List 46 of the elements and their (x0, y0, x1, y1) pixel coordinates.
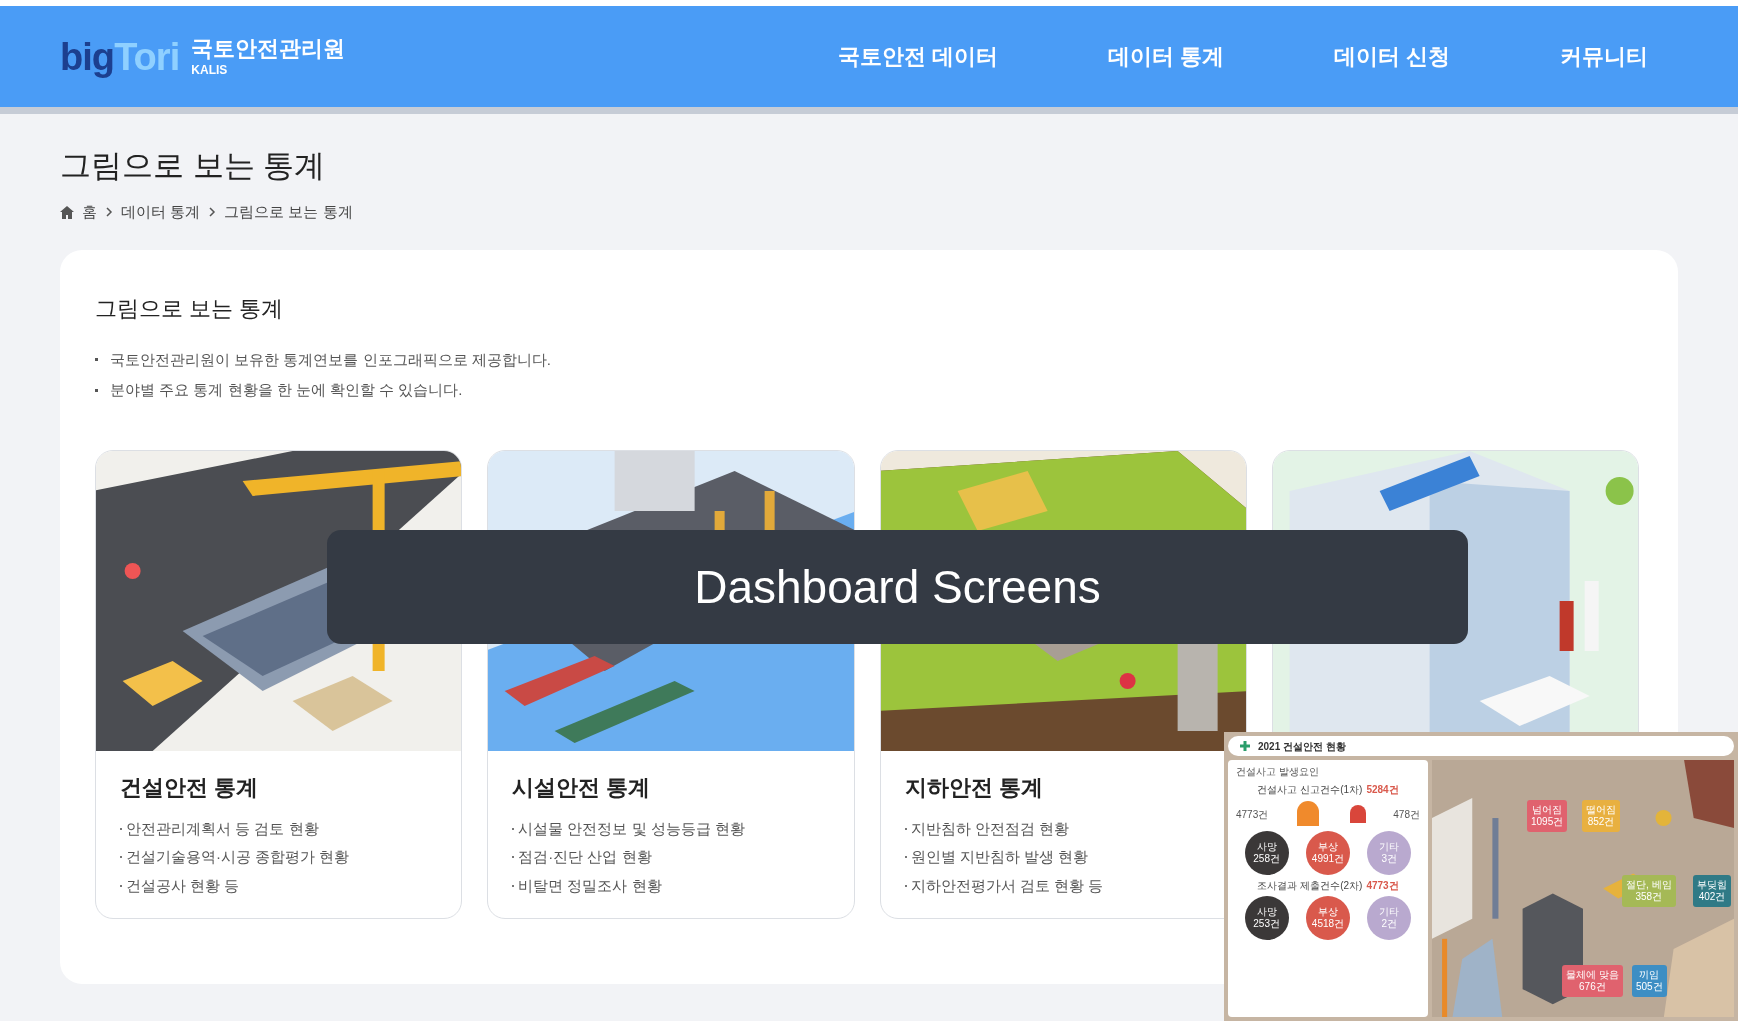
screenshot-title: 2021 건설안전 현황 (1258, 739, 1346, 754)
stat-count: 478건 (1393, 807, 1420, 822)
bullet-icon (95, 388, 98, 392)
caption-toast: Dashboard Screens (327, 530, 1468, 644)
card-item-text: 안전관리계획서 등 검토 현황 (126, 818, 319, 839)
card-title: 지하안전 통계 (904, 773, 1044, 802)
category-card[interactable]: 건설안전 통계 안전관리계획서 등 검토 현황 건설기술용역·시공 종합평가 현황 건설공사 현황 등 (95, 449, 463, 919)
card-item-text: 원인별 지반침하 발생 현황 (910, 847, 1088, 867)
description-text: 분야별 주요 통계 현황을 한 눈에 확인할 수 있습니다. (110, 380, 463, 400)
bullet-icon (512, 827, 515, 830)
stat-heading: 건설사고 신고건수(1차) (1257, 783, 1363, 797)
card-item-text: 건설공사 현황 등 (126, 875, 240, 896)
card-item-text: 시설물 안전정보 및 성능등급 현황 (518, 818, 745, 839)
card-item-text: 건설기술용역·시공 종합평가 현황 (126, 847, 350, 867)
bullet-icon (904, 856, 907, 859)
bullet-icon (512, 884, 515, 887)
bullet-icon (904, 884, 907, 887)
bullet-icon (904, 827, 907, 830)
card-item-text: 비탈면 정밀조사 현황 (518, 875, 662, 896)
siren-icon (1348, 804, 1369, 824)
card-item-text: 지반침하 안전점검 현황 (910, 818, 1069, 839)
category-tag: 떨어짐 852건 (1582, 800, 1620, 832)
category-tag: 끼임 505건 (1632, 965, 1667, 997)
stat-heading: 조사결과 제출건수(2차) (1257, 879, 1363, 893)
card-title: 건설안전 통계 (120, 773, 260, 802)
stat-total: 4773건 (1366, 879, 1399, 893)
card-title: 시설안전 통계 (512, 773, 652, 802)
chevron-right-icon (105, 207, 113, 218)
section-title: 그림으로 보는 통계 (95, 294, 285, 323)
page-title: 그림으로 보는 통계 (60, 150, 327, 181)
breadcrumb-link[interactable]: 홈 (82, 201, 97, 224)
category-tag: 넘어짐 1095건 (1527, 800, 1568, 832)
breadcrumb-link[interactable]: 데이터 통계 (121, 201, 201, 224)
stat-total: 5284건 (1366, 783, 1399, 797)
chevron-right-icon (208, 207, 217, 218)
card-item-text: 점검·진단 산업 현황 (518, 847, 652, 867)
cross-icon (1240, 741, 1250, 751)
bullet-icon (95, 358, 98, 362)
home-icon (60, 205, 74, 219)
category-tag: 부딪힘 402건 (1693, 875, 1731, 907)
category-tag: 물체에 맞음 676건 (1562, 965, 1623, 997)
bullet-icon (512, 856, 515, 859)
description-text: 국토안전관리원이 보유한 통계연보를 인포그래픽으로 제공합니다. (110, 349, 551, 370)
card-item-text: 지하안전평가서 검토 현황 등 (910, 875, 1103, 896)
category-tag: 절단, 베임 358건 (1622, 875, 1676, 907)
breadcrumb-link[interactable]: 그림으로 보는 통계 (224, 201, 353, 224)
